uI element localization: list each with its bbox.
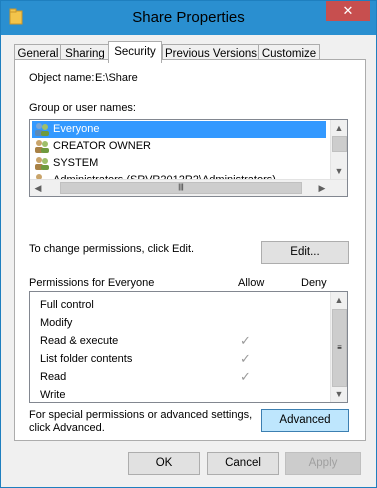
scroll-up-icon[interactable]: ▲ <box>331 292 347 308</box>
list-item-system[interactable]: SYSTEM <box>32 155 326 172</box>
permission-read: Read <box>40 371 67 383</box>
scroll-thumb[interactable] <box>332 136 347 152</box>
group-list-horizontal-scrollbar[interactable]: ◀ ||| ▶ <box>30 179 347 196</box>
close-button[interactable]: ✕ <box>326 1 370 21</box>
list-item-label: CREATOR OWNER <box>53 140 151 152</box>
permission-modify: Modify <box>40 317 73 329</box>
scroll-right-icon[interactable]: ▶ <box>314 180 330 196</box>
allow-check-icon: ✓ <box>240 369 251 384</box>
scroll-left-icon[interactable]: ◀ <box>30 180 46 196</box>
group-user-names-label: Group or user names: <box>29 102 136 114</box>
cancel-button[interactable]: Cancel <box>207 452 279 475</box>
permissions-header: Permissions for Everyone <box>29 277 155 289</box>
close-icon: ✕ <box>342 3 354 18</box>
users-icon <box>35 140 49 153</box>
group-list-vertical-scrollbar[interactable]: ▲ ▼ <box>330 120 347 179</box>
horizontal-scroll-thumb[interactable]: ||| <box>60 182 302 194</box>
scroll-down-icon[interactable]: ▼ <box>331 386 347 402</box>
title-bar[interactable]: Share Properties ✕ <box>1 1 376 35</box>
scroll-thumb[interactable]: ≡ <box>332 309 347 387</box>
permissions-vertical-scrollbar[interactable]: ▲ ≡ ▼ <box>330 292 347 402</box>
list-item-everyone[interactable]: Everyone <box>32 121 326 138</box>
list-item-label: SYSTEM <box>53 157 99 169</box>
dialog-client-area: General Sharing Security Previous Versio… <box>5 35 372 483</box>
edit-button[interactable]: Edit... <box>261 241 349 264</box>
advanced-info-text-line2: click Advanced. <box>29 422 105 434</box>
scroll-up-icon[interactable]: ▲ <box>331 120 347 136</box>
permissions-listbox[interactable]: Full control Modify Read & execute List … <box>29 291 348 403</box>
apply-button[interactable]: Apply <box>285 452 361 475</box>
object-name-value: E:\Share <box>95 72 138 84</box>
ok-button[interactable]: OK <box>128 452 200 475</box>
list-item-creator-owner[interactable]: CREATOR OWNER <box>32 138 326 155</box>
scroll-down-icon[interactable]: ▼ <box>331 163 347 179</box>
change-permissions-text: To change permissions, click Edit. <box>29 243 195 255</box>
share-properties-dialog: Share Properties ✕ General Sharing Secur… <box>0 0 377 488</box>
allow-column-header: Allow <box>238 277 265 289</box>
tab-security[interactable]: Security <box>108 41 162 63</box>
list-item-label: Everyone <box>53 123 100 135</box>
permission-list-folder-contents: List folder contents <box>40 353 133 365</box>
permission-write: Write <box>40 389 66 401</box>
deny-column-header: Deny <box>301 277 327 289</box>
group-user-listbox[interactable]: Everyone CREATOR OWNER SYSTEM Administra… <box>29 119 348 197</box>
advanced-button[interactable]: Advanced <box>261 409 349 432</box>
permission-read-execute: Read & execute <box>40 335 119 347</box>
allow-check-icon: ✓ <box>240 351 251 366</box>
users-icon <box>35 157 49 170</box>
users-icon <box>35 123 49 136</box>
security-tab-panel: Object name: E:\Share Group or user name… <box>14 59 366 441</box>
advanced-info-text-line1: For special permissions or advanced sett… <box>29 409 253 421</box>
object-name-label: Object name: <box>29 72 95 84</box>
permission-full-control: Full control <box>40 299 94 311</box>
window-title: Share Properties <box>132 9 245 26</box>
allow-check-icon: ✓ <box>240 333 251 348</box>
